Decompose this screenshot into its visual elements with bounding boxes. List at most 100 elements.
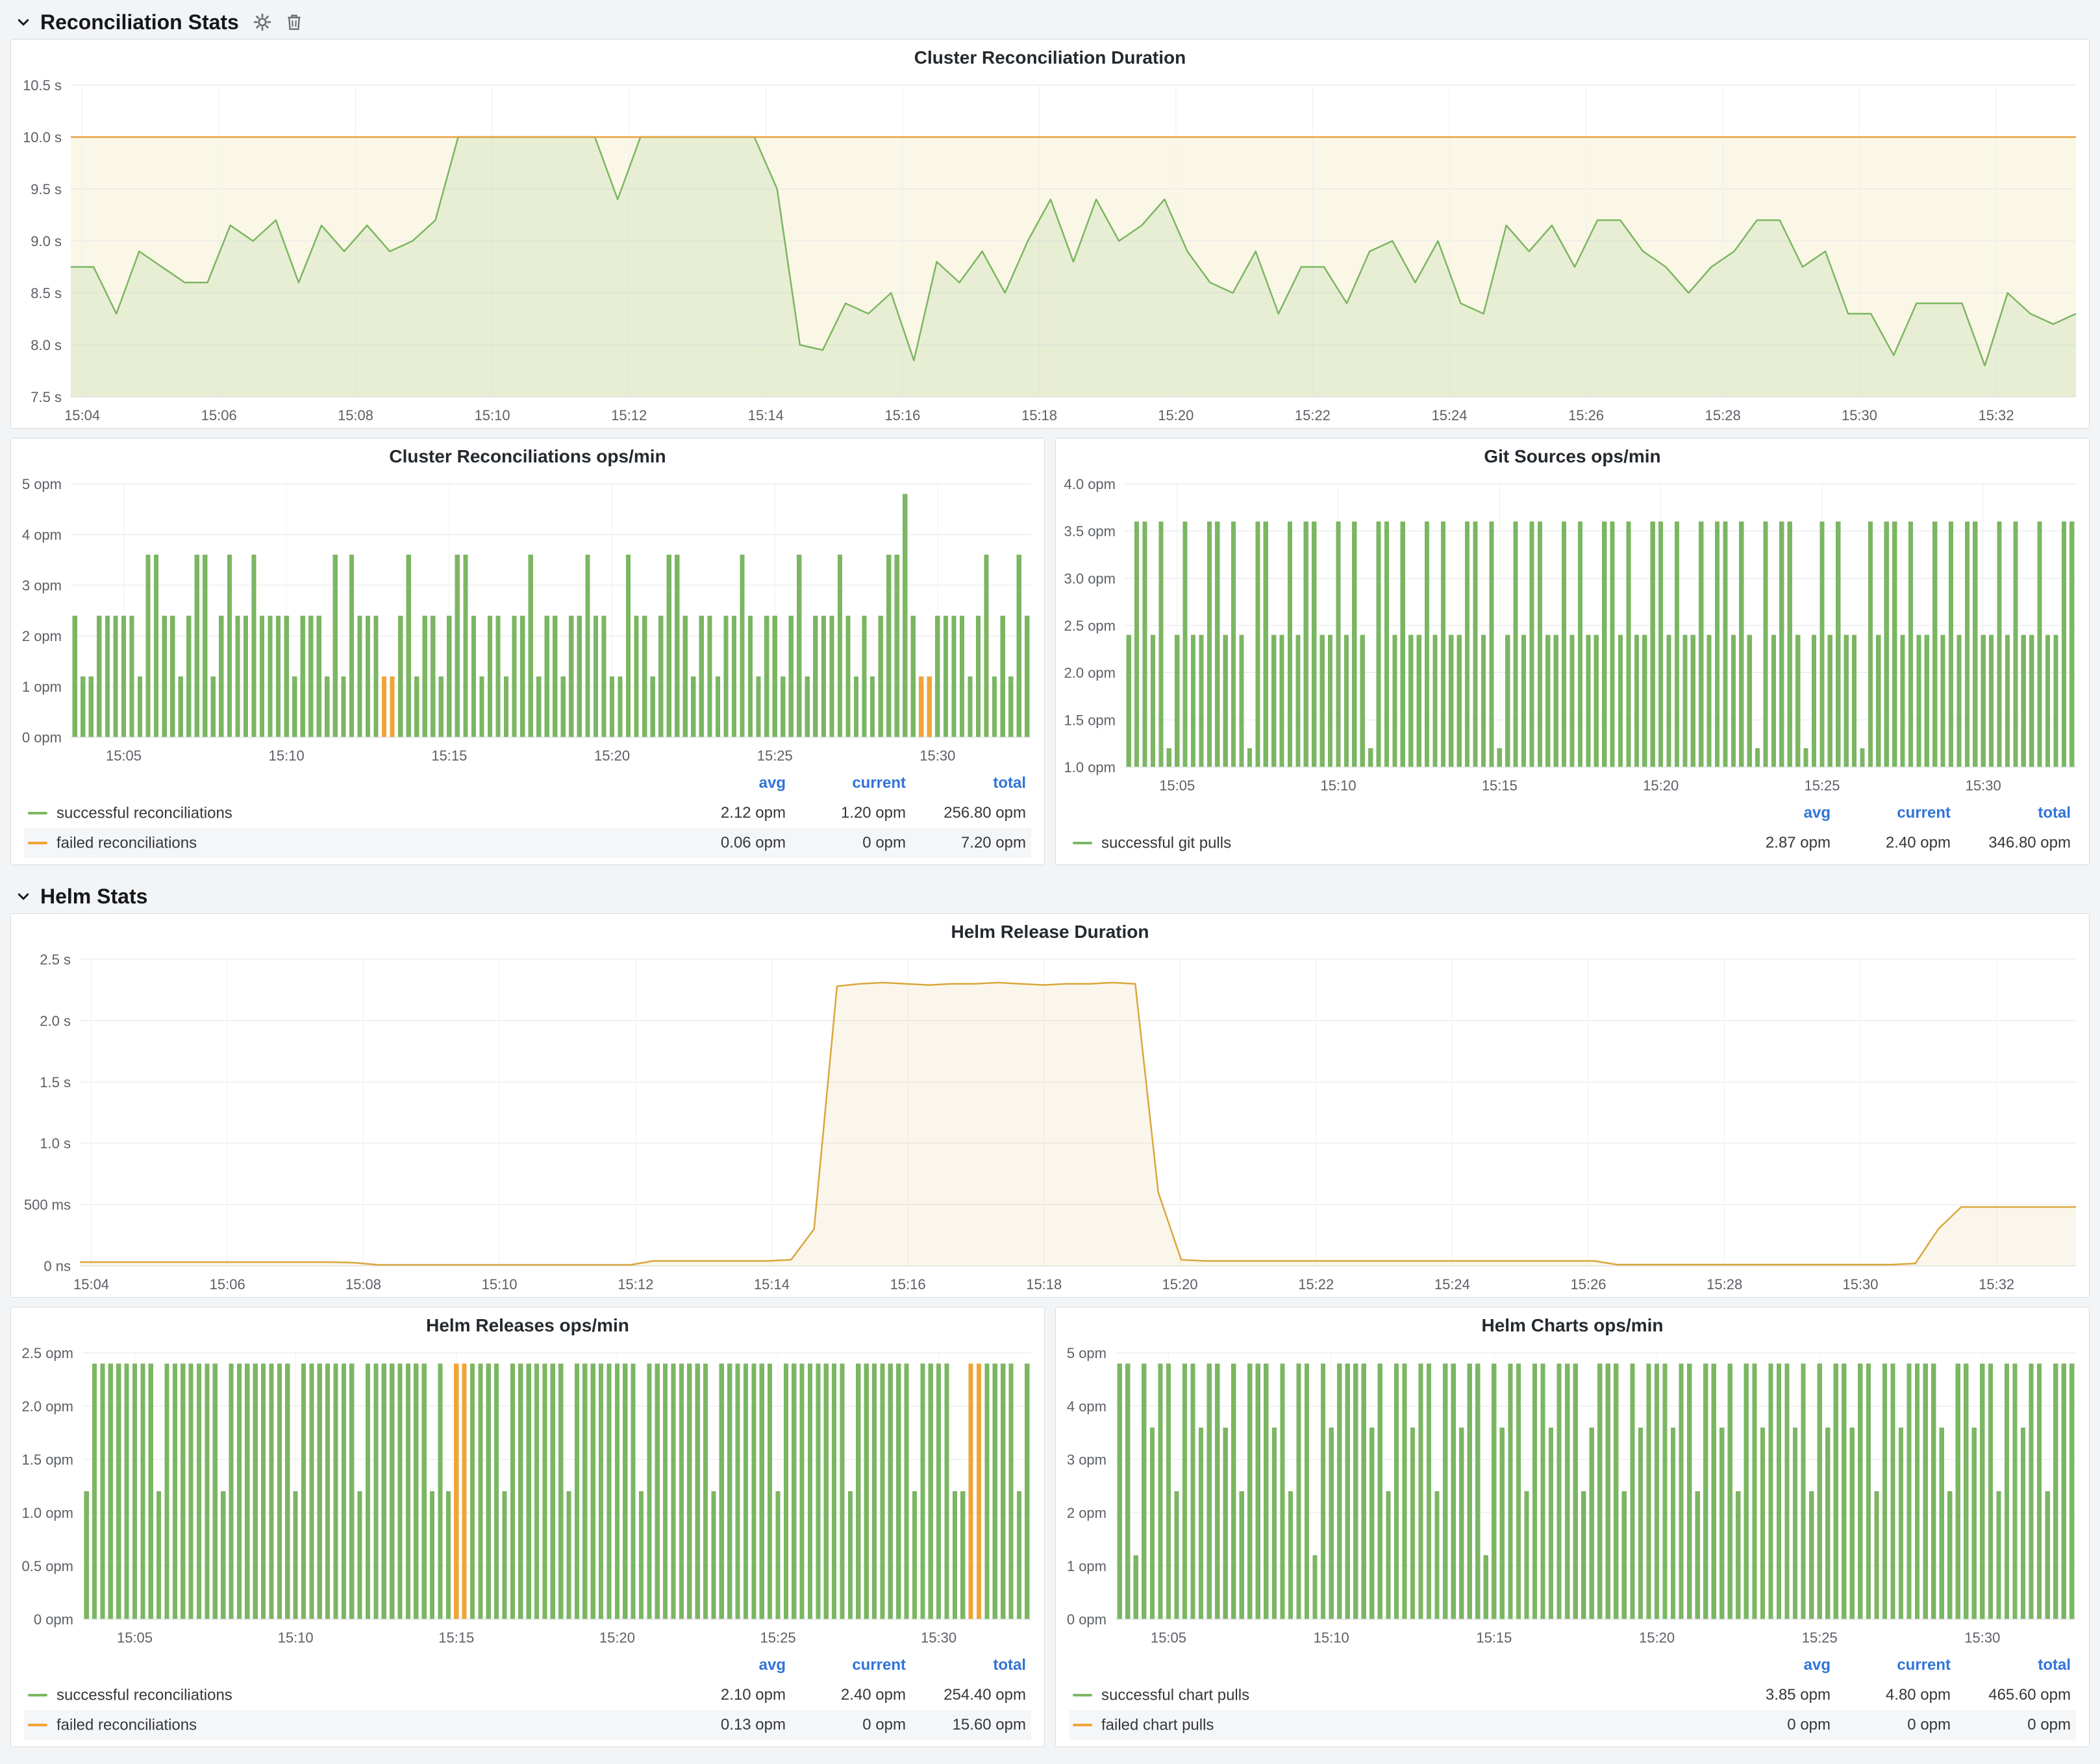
- svg-text:15:30: 15:30: [1966, 777, 2001, 794]
- svg-text:15:22: 15:22: [1298, 1276, 1334, 1292]
- series-total: 254.40 opm: [911, 1680, 1031, 1710]
- svg-text:0 opm: 0 opm: [22, 729, 62, 746]
- svg-text:15:26: 15:26: [1568, 407, 1604, 423]
- series-current: 0 opm: [1836, 1710, 1956, 1740]
- svg-text:15:04: 15:04: [64, 407, 100, 423]
- svg-text:15:10: 15:10: [278, 1630, 314, 1646]
- svg-text:1.5 opm: 1.5 opm: [22, 1452, 74, 1468]
- series-name[interactable]: failed reconciliations: [56, 834, 197, 851]
- svg-text:8.5 s: 8.5 s: [31, 285, 62, 301]
- panel-title[interactable]: Helm Releases ops/min: [11, 1307, 1044, 1344]
- chart-git-sources-opm[interactable]: 1.0 opm1.5 opm2.0 opm2.5 opm3.0 opm3.5 o…: [1056, 475, 2089, 798]
- legend: avg current total successful git pulls 2…: [1056, 798, 2089, 864]
- svg-text:15:20: 15:20: [1158, 407, 1194, 423]
- svg-text:15:30: 15:30: [1842, 407, 1877, 423]
- svg-text:15:32: 15:32: [1979, 407, 2014, 423]
- svg-text:10.0 s: 10.0 s: [23, 129, 62, 145]
- trash-icon[interactable]: [286, 13, 303, 31]
- legend-header-row: avg current total: [24, 768, 1031, 798]
- series-avg: 2.12 opm: [671, 798, 791, 828]
- panel-title[interactable]: Cluster Reconciliation Duration: [11, 40, 2089, 76]
- svg-text:15:25: 15:25: [760, 1630, 796, 1646]
- svg-text:15:20: 15:20: [1639, 1630, 1675, 1646]
- legend-header-current[interactable]: current: [791, 1650, 911, 1680]
- legend-header-total[interactable]: total: [911, 1650, 1031, 1680]
- svg-text:15:30: 15:30: [1964, 1630, 2000, 1646]
- series-name[interactable]: successful chart pulls: [1101, 1686, 1249, 1704]
- gear-icon[interactable]: [253, 13, 271, 31]
- legend-header-current[interactable]: current: [1836, 798, 1956, 828]
- panel-git-sources-opm: Git Sources ops/min 1.0 opm1.5 opm2.0 op…: [1055, 438, 2090, 865]
- legend: avg current total successful reconciliat…: [11, 768, 1044, 864]
- svg-text:1 opm: 1 opm: [22, 679, 62, 695]
- svg-text:15:12: 15:12: [618, 1276, 653, 1292]
- chart-cluster-reconciliation-duration[interactable]: 7.5 s8.0 s8.5 s9.0 s9.5 s10.0 s10.5 s15:…: [11, 76, 2089, 428]
- section-title[interactable]: Helm Stats: [40, 885, 147, 909]
- svg-text:15:15: 15:15: [1482, 777, 1518, 794]
- svg-text:15:30: 15:30: [919, 748, 955, 764]
- legend-header-total[interactable]: total: [1956, 1650, 2076, 1680]
- svg-text:4 opm: 4 opm: [1067, 1398, 1106, 1415]
- svg-text:15:08: 15:08: [345, 1276, 381, 1292]
- svg-text:15:05: 15:05: [1151, 1630, 1186, 1646]
- series-total: 0 opm: [1956, 1710, 2076, 1740]
- svg-text:2 opm: 2 opm: [22, 628, 62, 644]
- svg-text:15:06: 15:06: [201, 407, 237, 423]
- panel-title[interactable]: Git Sources ops/min: [1056, 438, 2089, 475]
- panel-title[interactable]: Helm Charts ops/min: [1056, 1307, 2089, 1344]
- svg-text:2 opm: 2 opm: [1067, 1505, 1106, 1521]
- chart-helm-charts-opm[interactable]: 0 opm1 opm2 opm3 opm4 opm5 opm15:0515:10…: [1056, 1344, 2089, 1650]
- chart-helm-releases-opm[interactable]: 0 opm0.5 opm1.0 opm1.5 opm2.0 opm2.5 opm…: [11, 1344, 1044, 1650]
- section-header-helm-stats[interactable]: Helm Stats: [10, 879, 2090, 913]
- series-total: 346.80 opm: [1956, 828, 2076, 858]
- series-current: 0 opm: [791, 1710, 911, 1740]
- svg-text:15:18: 15:18: [1026, 1276, 1062, 1292]
- series-name[interactable]: failed reconciliations: [56, 1716, 197, 1733]
- svg-text:15:25: 15:25: [1804, 777, 1840, 794]
- svg-text:15:30: 15:30: [1842, 1276, 1878, 1292]
- legend-header-total[interactable]: total: [1956, 798, 2076, 828]
- panel-title[interactable]: Helm Release Duration: [11, 914, 2089, 950]
- svg-text:15:25: 15:25: [757, 748, 793, 764]
- legend: avg current total successful reconciliat…: [11, 1650, 1044, 1746]
- series-total: 465.60 opm: [1956, 1680, 2076, 1710]
- legend-header-avg[interactable]: avg: [671, 768, 791, 798]
- series-name[interactable]: successful reconciliations: [56, 804, 232, 822]
- legend-header-current[interactable]: current: [1836, 1650, 1956, 1680]
- chevron-down-icon[interactable]: [16, 888, 31, 904]
- svg-text:15:24: 15:24: [1431, 407, 1467, 423]
- legend-header-avg[interactable]: avg: [1716, 1650, 1836, 1680]
- series-name[interactable]: failed chart pulls: [1101, 1716, 1214, 1733]
- panel-title[interactable]: Cluster Reconciliations ops/min: [11, 438, 1044, 475]
- section-title[interactable]: Reconciliation Stats: [40, 10, 239, 34]
- series-name[interactable]: successful reconciliations: [56, 1686, 232, 1704]
- svg-text:2.5 opm: 2.5 opm: [1064, 618, 1116, 634]
- chart-helm-release-duration[interactable]: 0 ns500 ms1.0 s1.5 s2.0 s2.5 s15:0415:06…: [11, 950, 2089, 1297]
- svg-text:15:04: 15:04: [73, 1276, 109, 1292]
- svg-text:1 opm: 1 opm: [1067, 1558, 1106, 1574]
- series-current: 1.20 opm: [791, 798, 911, 828]
- svg-text:8.0 s: 8.0 s: [31, 337, 62, 353]
- series-current: 2.40 opm: [1836, 828, 1956, 858]
- series-total: 7.20 opm: [911, 828, 1031, 858]
- chart-cluster-reconciliations-opm[interactable]: 0 opm1 opm2 opm3 opm4 opm5 opm15:0515:10…: [11, 475, 1044, 768]
- series-current: 0 opm: [791, 828, 911, 858]
- svg-text:15:12: 15:12: [611, 407, 647, 423]
- svg-text:7.5 s: 7.5 s: [31, 389, 62, 405]
- legend-header-avg[interactable]: avg: [671, 1650, 791, 1680]
- svg-text:15:15: 15:15: [1476, 1630, 1512, 1646]
- svg-text:15:20: 15:20: [594, 748, 630, 764]
- svg-text:15:18: 15:18: [1021, 407, 1057, 423]
- legend-header-total[interactable]: total: [911, 768, 1031, 798]
- legend-header-avg[interactable]: avg: [1716, 798, 1836, 828]
- series-name[interactable]: successful git pulls: [1101, 834, 1231, 851]
- series-current: 2.40 opm: [791, 1680, 911, 1710]
- series-avg: 3.85 opm: [1716, 1680, 1836, 1710]
- svg-text:15:28: 15:28: [1705, 407, 1741, 423]
- svg-text:15:16: 15:16: [884, 407, 920, 423]
- legend-header-current[interactable]: current: [791, 768, 911, 798]
- chevron-down-icon[interactable]: [16, 14, 31, 30]
- section-header-reconciliation-stats[interactable]: Reconciliation Stats: [10, 5, 2090, 39]
- svg-text:1.5 s: 1.5 s: [40, 1074, 71, 1090]
- legend-row: successful git pulls 2.87 opm 2.40 opm 3…: [1069, 828, 2076, 858]
